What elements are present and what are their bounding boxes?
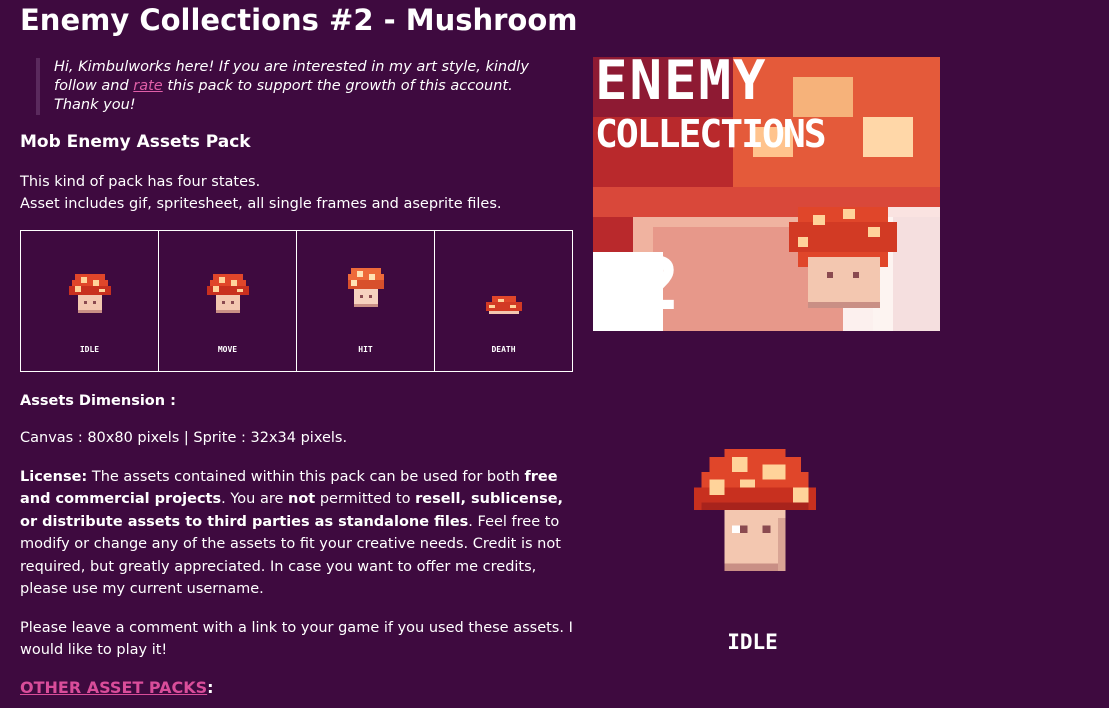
other-asset-packs: OTHER ASSET PACKS: bbox=[20, 677, 214, 699]
state-label-move: MOVE bbox=[217, 345, 238, 354]
state-label-hit: HIT bbox=[358, 345, 373, 354]
license-paragraph: License: The assets contained within thi… bbox=[20, 466, 575, 600]
pack-heading: Mob Enemy Assets Pack bbox=[20, 132, 251, 152]
license-text-2: . You are bbox=[221, 491, 289, 508]
license-text-3: permitted to bbox=[315, 491, 416, 508]
state-cell-death: DEATH bbox=[435, 231, 572, 371]
license-bold-2: not bbox=[288, 491, 316, 508]
pack-description: This kind of pack has four states. Asset… bbox=[20, 171, 502, 215]
license-label: License: bbox=[20, 469, 88, 485]
other-asset-packs-suffix: : bbox=[207, 678, 214, 697]
rate-link[interactable]: rate bbox=[133, 78, 162, 94]
cover-title-line-1: ENEMY bbox=[595, 57, 768, 112]
state-label-idle: IDLE bbox=[79, 345, 100, 354]
other-asset-packs-link[interactable]: OTHER ASSET PACKS bbox=[20, 678, 207, 697]
cover-image: ENEMY COLLECTIONS #2 bbox=[593, 57, 940, 331]
pack-description-line-1: This kind of pack has four states. bbox=[20, 174, 261, 190]
cover-number: #2 bbox=[593, 242, 680, 326]
state-cell-idle: IDLE bbox=[21, 231, 159, 371]
mushroom-idle-preview bbox=[694, 449, 816, 572]
mushroom-move-sprite bbox=[206, 274, 249, 313]
mushroom-hit-sprite bbox=[347, 268, 384, 307]
comment-paragraph: Please leave a comment with a link to yo… bbox=[20, 620, 573, 659]
dimension-value: Canvas : 80x80 pixels | Sprite : 32x34 p… bbox=[20, 430, 348, 446]
state-cell-move: MOVE bbox=[159, 231, 297, 371]
state-label-death: DEATH bbox=[491, 345, 516, 354]
state-cell-hit: HIT bbox=[297, 231, 435, 371]
license-text-1: The assets contained within this pack ca… bbox=[87, 469, 525, 485]
dimension-heading: Assets Dimension : bbox=[20, 393, 176, 409]
preview-label: IDLE bbox=[727, 630, 778, 654]
pack-description-line-2: Asset includes gif, spritesheet, all sin… bbox=[20, 196, 502, 212]
mushroom-idle-sprite bbox=[68, 274, 111, 313]
page-title: Enemy Collections #2 - Mushroom bbox=[20, 3, 578, 37]
states-table: IDLE MOVE HIT DEATH bbox=[20, 230, 573, 372]
mushroom-death-sprite bbox=[485, 296, 522, 314]
intro-quote: Hi, Kimbulworks here! If you are interes… bbox=[36, 58, 546, 115]
cover-title-line-2: COLLECTIONS bbox=[595, 112, 827, 156]
